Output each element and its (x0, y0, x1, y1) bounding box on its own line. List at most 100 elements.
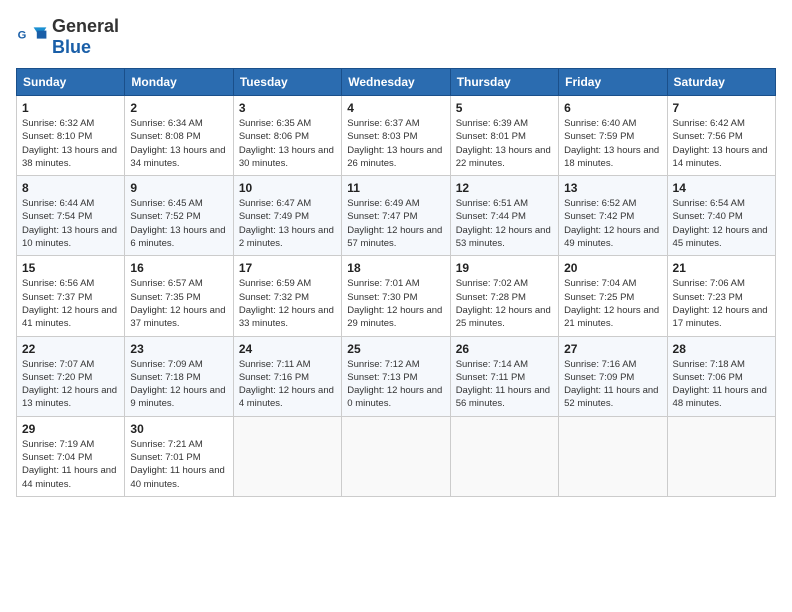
day-number: 10 (239, 181, 336, 195)
day-number: 17 (239, 261, 336, 275)
day-info: Sunrise: 7:09 AM Sunset: 7:18 PM Dayligh… (130, 358, 227, 411)
col-header-saturday: Saturday (667, 69, 775, 96)
day-number: 5 (456, 101, 553, 115)
day-info: Sunrise: 7:04 AM Sunset: 7:25 PM Dayligh… (564, 277, 661, 330)
col-header-tuesday: Tuesday (233, 69, 341, 96)
day-number: 7 (673, 101, 770, 115)
day-info: Sunrise: 7:14 AM Sunset: 7:11 PM Dayligh… (456, 358, 553, 411)
logo-text: General Blue (52, 16, 119, 58)
calendar-cell (450, 416, 558, 496)
day-info: Sunrise: 6:47 AM Sunset: 7:49 PM Dayligh… (239, 197, 336, 250)
day-info: Sunrise: 6:45 AM Sunset: 7:52 PM Dayligh… (130, 197, 227, 250)
col-header-sunday: Sunday (17, 69, 125, 96)
day-number: 11 (347, 181, 444, 195)
calendar-cell: 2 Sunrise: 6:34 AM Sunset: 8:08 PM Dayli… (125, 96, 233, 176)
day-number: 2 (130, 101, 227, 115)
calendar-week-row: 22 Sunrise: 7:07 AM Sunset: 7:20 PM Dayl… (17, 336, 776, 416)
day-info: Sunrise: 7:21 AM Sunset: 7:01 PM Dayligh… (130, 438, 227, 491)
day-number: 22 (22, 342, 119, 356)
col-header-friday: Friday (559, 69, 667, 96)
day-number: 18 (347, 261, 444, 275)
calendar-week-row: 8 Sunrise: 6:44 AM Sunset: 7:54 PM Dayli… (17, 176, 776, 256)
calendar-cell: 23 Sunrise: 7:09 AM Sunset: 7:18 PM Dayl… (125, 336, 233, 416)
day-number: 4 (347, 101, 444, 115)
day-number: 23 (130, 342, 227, 356)
calendar-cell (559, 416, 667, 496)
calendar-cell: 26 Sunrise: 7:14 AM Sunset: 7:11 PM Dayl… (450, 336, 558, 416)
calendar-cell: 24 Sunrise: 7:11 AM Sunset: 7:16 PM Dayl… (233, 336, 341, 416)
day-info: Sunrise: 7:02 AM Sunset: 7:28 PM Dayligh… (456, 277, 553, 330)
day-info: Sunrise: 6:42 AM Sunset: 7:56 PM Dayligh… (673, 117, 770, 170)
calendar-cell: 22 Sunrise: 7:07 AM Sunset: 7:20 PM Dayl… (17, 336, 125, 416)
calendar-cell: 17 Sunrise: 6:59 AM Sunset: 7:32 PM Dayl… (233, 256, 341, 336)
calendar-cell: 7 Sunrise: 6:42 AM Sunset: 7:56 PM Dayli… (667, 96, 775, 176)
day-number: 16 (130, 261, 227, 275)
calendar-cell: 3 Sunrise: 6:35 AM Sunset: 8:06 PM Dayli… (233, 96, 341, 176)
day-info: Sunrise: 6:54 AM Sunset: 7:40 PM Dayligh… (673, 197, 770, 250)
page-header: G General Blue (16, 16, 776, 58)
day-number: 9 (130, 181, 227, 195)
svg-text:G: G (18, 30, 27, 42)
calendar-week-row: 1 Sunrise: 6:32 AM Sunset: 8:10 PM Dayli… (17, 96, 776, 176)
calendar-cell: 11 Sunrise: 6:49 AM Sunset: 7:47 PM Dayl… (342, 176, 450, 256)
day-number: 20 (564, 261, 661, 275)
day-number: 30 (130, 422, 227, 436)
calendar-table: SundayMondayTuesdayWednesdayThursdayFrid… (16, 68, 776, 497)
day-info: Sunrise: 7:19 AM Sunset: 7:04 PM Dayligh… (22, 438, 119, 491)
day-info: Sunrise: 6:52 AM Sunset: 7:42 PM Dayligh… (564, 197, 661, 250)
day-info: Sunrise: 7:06 AM Sunset: 7:23 PM Dayligh… (673, 277, 770, 330)
col-header-monday: Monday (125, 69, 233, 96)
calendar-cell: 21 Sunrise: 7:06 AM Sunset: 7:23 PM Dayl… (667, 256, 775, 336)
day-number: 6 (564, 101, 661, 115)
logo: G General Blue (16, 16, 119, 58)
calendar-header-row: SundayMondayTuesdayWednesdayThursdayFrid… (17, 69, 776, 96)
day-number: 12 (456, 181, 553, 195)
calendar-week-row: 29 Sunrise: 7:19 AM Sunset: 7:04 PM Dayl… (17, 416, 776, 496)
calendar-cell (667, 416, 775, 496)
calendar-cell: 15 Sunrise: 6:56 AM Sunset: 7:37 PM Dayl… (17, 256, 125, 336)
day-info: Sunrise: 6:34 AM Sunset: 8:08 PM Dayligh… (130, 117, 227, 170)
day-info: Sunrise: 6:39 AM Sunset: 8:01 PM Dayligh… (456, 117, 553, 170)
calendar-cell: 12 Sunrise: 6:51 AM Sunset: 7:44 PM Dayl… (450, 176, 558, 256)
calendar-cell: 10 Sunrise: 6:47 AM Sunset: 7:49 PM Dayl… (233, 176, 341, 256)
day-number: 26 (456, 342, 553, 356)
day-info: Sunrise: 6:44 AM Sunset: 7:54 PM Dayligh… (22, 197, 119, 250)
calendar-cell: 9 Sunrise: 6:45 AM Sunset: 7:52 PM Dayli… (125, 176, 233, 256)
day-info: Sunrise: 7:18 AM Sunset: 7:06 PM Dayligh… (673, 358, 770, 411)
day-info: Sunrise: 7:01 AM Sunset: 7:30 PM Dayligh… (347, 277, 444, 330)
day-info: Sunrise: 6:59 AM Sunset: 7:32 PM Dayligh… (239, 277, 336, 330)
calendar-cell: 19 Sunrise: 7:02 AM Sunset: 7:28 PM Dayl… (450, 256, 558, 336)
day-number: 14 (673, 181, 770, 195)
day-number: 28 (673, 342, 770, 356)
day-number: 3 (239, 101, 336, 115)
day-info: Sunrise: 7:07 AM Sunset: 7:20 PM Dayligh… (22, 358, 119, 411)
day-info: Sunrise: 6:57 AM Sunset: 7:35 PM Dayligh… (130, 277, 227, 330)
calendar-cell (233, 416, 341, 496)
day-info: Sunrise: 7:11 AM Sunset: 7:16 PM Dayligh… (239, 358, 336, 411)
day-info: Sunrise: 6:49 AM Sunset: 7:47 PM Dayligh… (347, 197, 444, 250)
calendar-cell: 8 Sunrise: 6:44 AM Sunset: 7:54 PM Dayli… (17, 176, 125, 256)
day-info: Sunrise: 6:51 AM Sunset: 7:44 PM Dayligh… (456, 197, 553, 250)
calendar-cell: 29 Sunrise: 7:19 AM Sunset: 7:04 PM Dayl… (17, 416, 125, 496)
calendar-body: 1 Sunrise: 6:32 AM Sunset: 8:10 PM Dayli… (17, 96, 776, 497)
calendar-cell: 13 Sunrise: 6:52 AM Sunset: 7:42 PM Dayl… (559, 176, 667, 256)
col-header-thursday: Thursday (450, 69, 558, 96)
calendar-cell: 5 Sunrise: 6:39 AM Sunset: 8:01 PM Dayli… (450, 96, 558, 176)
calendar-cell (342, 416, 450, 496)
logo-icon: G (16, 21, 48, 53)
day-number: 19 (456, 261, 553, 275)
calendar-cell: 20 Sunrise: 7:04 AM Sunset: 7:25 PM Dayl… (559, 256, 667, 336)
day-number: 27 (564, 342, 661, 356)
day-info: Sunrise: 7:16 AM Sunset: 7:09 PM Dayligh… (564, 358, 661, 411)
day-info: Sunrise: 6:37 AM Sunset: 8:03 PM Dayligh… (347, 117, 444, 170)
day-number: 8 (22, 181, 119, 195)
day-info: Sunrise: 6:32 AM Sunset: 8:10 PM Dayligh… (22, 117, 119, 170)
day-number: 21 (673, 261, 770, 275)
calendar-week-row: 15 Sunrise: 6:56 AM Sunset: 7:37 PM Dayl… (17, 256, 776, 336)
day-info: Sunrise: 6:56 AM Sunset: 7:37 PM Dayligh… (22, 277, 119, 330)
calendar-cell: 4 Sunrise: 6:37 AM Sunset: 8:03 PM Dayli… (342, 96, 450, 176)
calendar-cell: 14 Sunrise: 6:54 AM Sunset: 7:40 PM Dayl… (667, 176, 775, 256)
day-number: 1 (22, 101, 119, 115)
calendar-cell: 1 Sunrise: 6:32 AM Sunset: 8:10 PM Dayli… (17, 96, 125, 176)
day-info: Sunrise: 6:35 AM Sunset: 8:06 PM Dayligh… (239, 117, 336, 170)
